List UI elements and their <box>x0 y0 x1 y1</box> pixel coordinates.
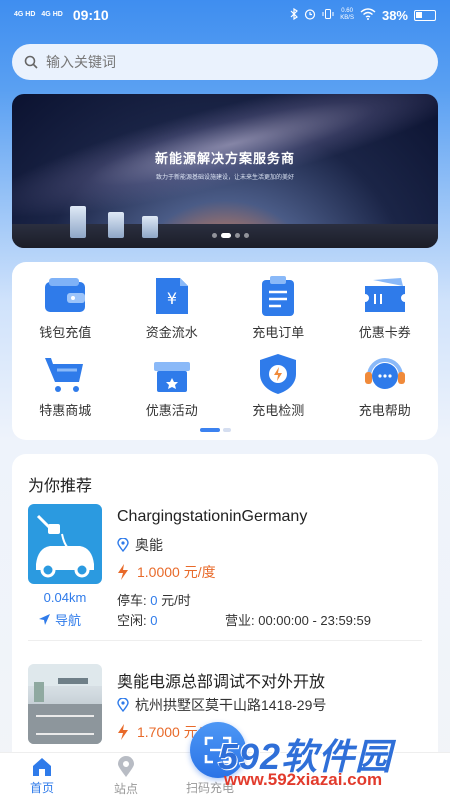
location-pin-icon <box>117 698 129 712</box>
banner-charger-image <box>70 206 86 238</box>
svg-text:¥: ¥ <box>167 289 177 308</box>
banner-subtitle: 致力于新能源基础设施建设，让未来生活更加的美好 <box>155 175 294 181</box>
navigate-button[interactable]: 导航 <box>38 610 81 629</box>
banner-charger-image <box>108 212 124 238</box>
business-hours: 营业: 00:00:00 - 23:59:59 <box>225 613 371 628</box>
banner-dot[interactable] <box>244 233 249 238</box>
grid-item-wallet[interactable]: 钱包充值 <box>12 274 119 352</box>
lightning-icon <box>118 724 128 740</box>
shield-bolt-icon <box>260 354 297 394</box>
grid-label: 充电检测 <box>252 403 305 418</box>
location-pin-icon <box>117 538 129 552</box>
status-bar: 4G HD 4G HD 09:10 0.60 KB/S 38% <box>0 0 450 30</box>
banner-indicator <box>212 233 249 238</box>
banner-dot[interactable] <box>212 233 217 238</box>
charging-car-icon <box>36 514 94 578</box>
scan-icon <box>204 736 232 764</box>
banner-charger-image <box>142 216 158 238</box>
battery-percent: 38% <box>381 7 408 23</box>
grid-label: 充电帮助 <box>358 403 411 418</box>
gift-icon <box>153 362 190 392</box>
grid-item-promotions[interactable]: 优惠活动 <box>119 352 226 430</box>
grid-label: 优惠卡券 <box>358 325 411 340</box>
navigation-arrow-icon <box>39 614 50 625</box>
idle-count: 空闲: 0 <box>117 613 158 628</box>
station-location: 奥能 <box>117 535 163 555</box>
home-icon <box>33 758 51 776</box>
grid-pager <box>200 428 231 432</box>
parking-fee: 停车: 0 元/时 <box>117 593 191 608</box>
banner-dot[interactable] <box>221 233 231 238</box>
grid-item-mall[interactable]: 特惠商城 <box>12 352 119 430</box>
ticket-icon <box>364 278 405 312</box>
tab-stations[interactable]: 站点 <box>84 753 168 800</box>
banner-title: 新能源解决方案服务商 <box>154 151 295 166</box>
status-time: 09:10 <box>72 7 109 23</box>
grid-label: 充电订单 <box>252 325 305 340</box>
scan-charge-button[interactable] <box>190 722 246 778</box>
grid-item-help[interactable]: 充电帮助 <box>332 352 439 430</box>
grid-label: 优惠活动 <box>145 403 198 418</box>
grid-item-charge-orders[interactable]: 充电订单 <box>225 274 332 352</box>
grid-label: 特惠商城 <box>39 403 92 418</box>
station-name: ChargingstationinGermany <box>117 508 308 525</box>
station-distance: 0.04km <box>43 590 87 605</box>
grid-label: 资金流水 <box>145 325 198 340</box>
search-input[interactable] <box>46 54 438 70</box>
shopping-cart-icon <box>45 358 84 392</box>
promo-banner[interactable]: 新能源解决方案服务商 致力于新能源基础设施建设，让未来生活更加的美好 <box>12 94 438 248</box>
search-icon <box>24 55 38 69</box>
grid-item-charge-check[interactable]: 充电检测 <box>225 352 332 430</box>
search-bar[interactable] <box>12 44 438 80</box>
station-price: 1.0000 元/度 <box>117 562 216 582</box>
grid-item-funds-flow[interactable]: ¥ 资金流水 <box>119 274 226 352</box>
alarm-icon <box>304 8 316 23</box>
tab-home[interactable]: 首页 <box>0 753 84 800</box>
headset-icon <box>364 358 405 389</box>
station-item[interactable]: ChargingstationinGermany 奥能 1.0000 元/度 0… <box>28 504 422 634</box>
grid-label: 钱包充值 <box>39 325 92 340</box>
function-grid-card: 钱包充值 ¥ 资金流水 充电订单 优惠卡券 特惠商城 优惠活动 充电检测 充电帮… <box>12 262 438 440</box>
vibrate-icon <box>322 8 334 23</box>
wallet-icon <box>45 278 86 312</box>
station-thumbnail <box>28 504 102 584</box>
recommend-title: 为你推荐 <box>28 478 93 495</box>
clipboard-icon <box>262 276 295 316</box>
signal-icon-1: 4G HD <box>14 11 36 18</box>
location-pin-icon <box>118 756 134 777</box>
signal-icon-2: 4G HD <box>41 11 63 18</box>
yuan-document-icon: ¥ <box>155 278 188 314</box>
grid-item-coupons[interactable]: 优惠卡券 <box>332 274 439 352</box>
bluetooth-icon <box>290 7 299 23</box>
wifi-icon <box>360 7 376 23</box>
battery-icon <box>414 9 436 21</box>
station-thumbnail <box>28 664 102 744</box>
network-speed: 0.60 KB/S <box>340 8 354 21</box>
station-name: 奥能电源总部调试不对外开放 <box>117 674 326 691</box>
station-location: 杭州拱墅区莫干山路1418-29号 <box>117 695 326 715</box>
divider <box>28 640 422 641</box>
banner-dot[interactable] <box>235 233 240 238</box>
lightning-icon <box>118 564 128 580</box>
